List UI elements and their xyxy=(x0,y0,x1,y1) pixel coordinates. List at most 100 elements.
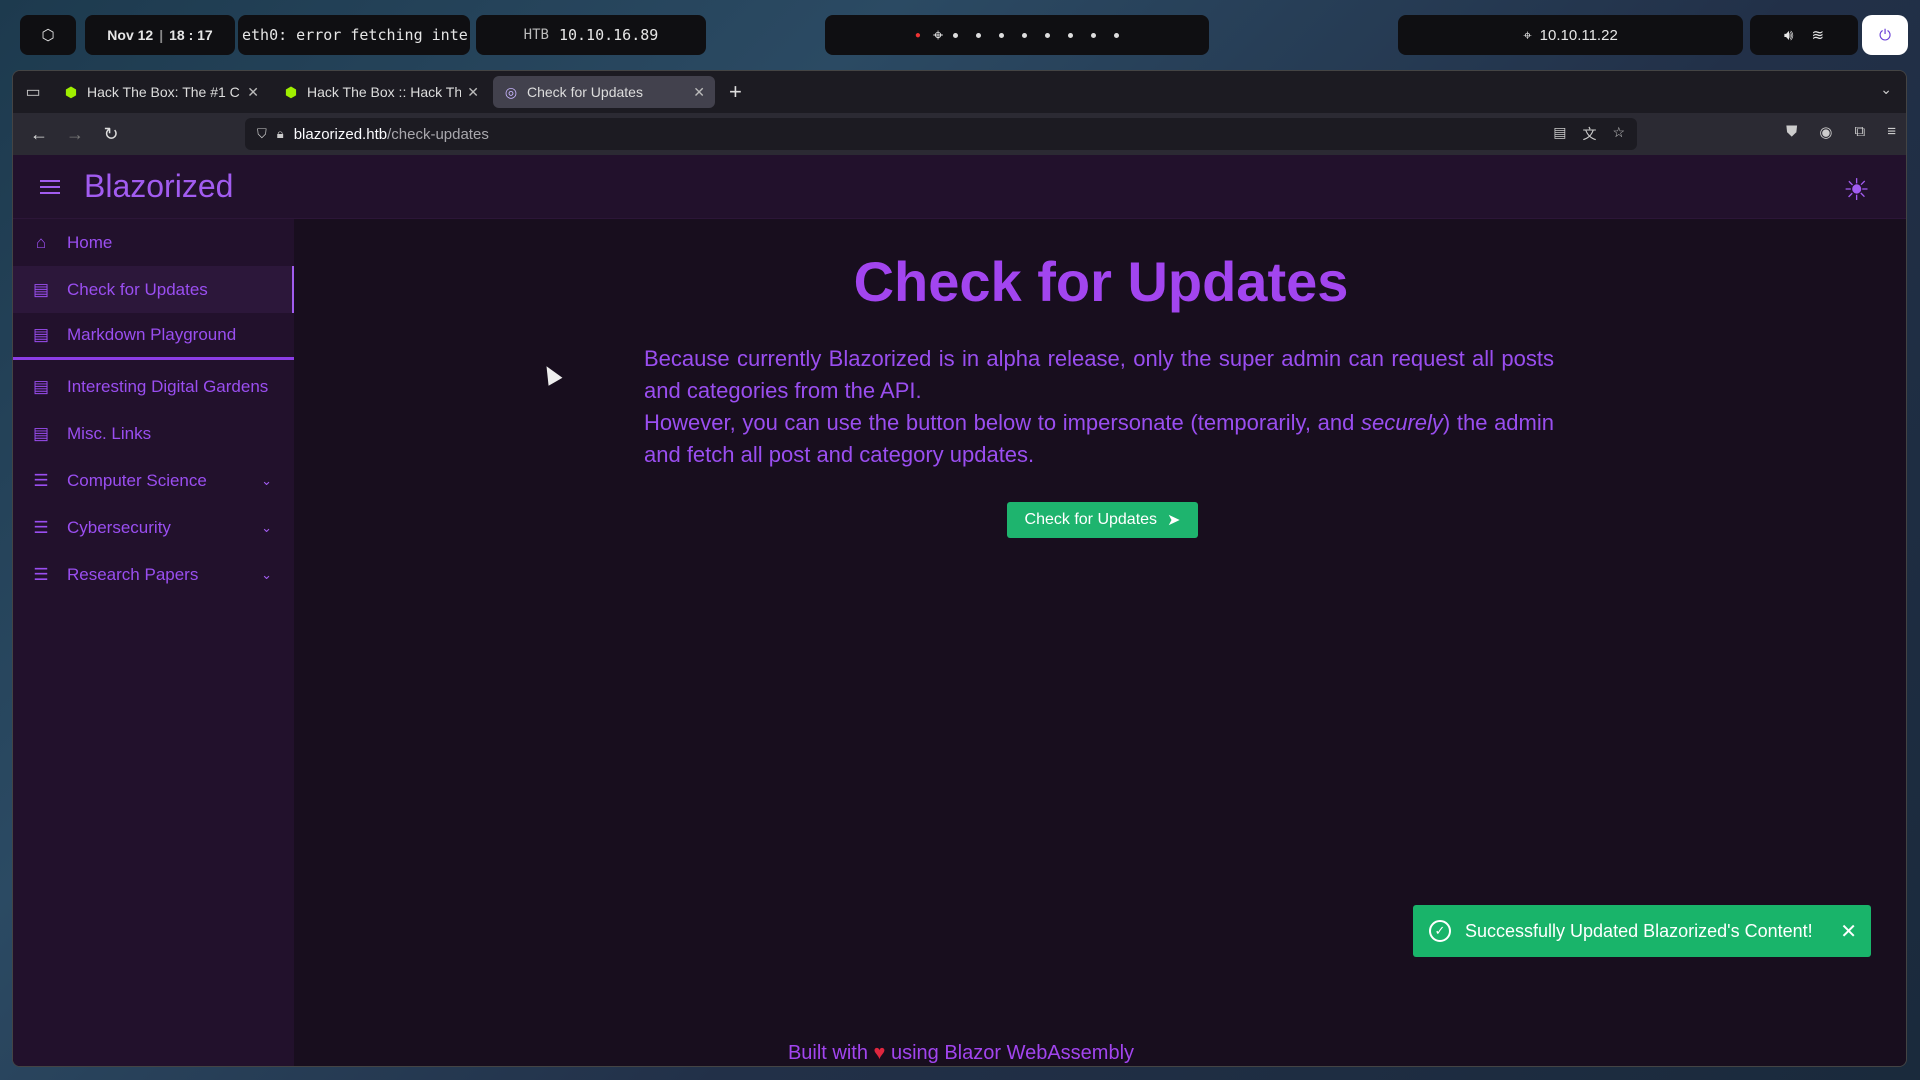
hamburger-menu-icon[interactable] xyxy=(40,179,60,194)
sidebar-item-check-for-updates[interactable]: ▤ Check for Updates xyxy=(13,266,294,313)
workspace-dot[interactable] xyxy=(976,32,982,38)
reload-icon[interactable]: ↻ xyxy=(93,124,129,145)
volume-icon[interactable]: 🔊︎ xyxy=(1784,27,1793,44)
sidebar-item-label: Markdown Playground xyxy=(67,325,237,344)
url-path: /check-updates xyxy=(387,125,489,143)
button-label: Check for Updates xyxy=(1024,511,1158,528)
record-dot-icon: ● xyxy=(914,29,921,41)
check-circle-icon: ✓ xyxy=(1429,920,1451,942)
tab-htb-app[interactable]: ⬢ Hack The Box :: Hack Th ✕ xyxy=(273,76,489,108)
chevron-down-icon[interactable]: ⌄ xyxy=(261,473,272,489)
tab-title: Hack The Box :: Hack Th xyxy=(307,84,462,100)
app-header: Blazorized ☀ xyxy=(13,155,1906,219)
tab-title: Hack The Box: The #1 C xyxy=(87,84,240,100)
paragraph-text: However, you can use the button below to… xyxy=(644,410,1361,435)
nav-bar: ← → ↻ ⛉ 🔒︎ blazorized.htb/check-updates … xyxy=(13,113,1906,155)
workspace-switcher[interactable]: ● ⌖ xyxy=(825,15,1209,55)
workspace-dot[interactable] xyxy=(1114,32,1120,38)
htb-ip: 10.10.16.89 xyxy=(558,26,659,44)
bookmark-star-icon[interactable]: ☆ xyxy=(1612,124,1625,144)
forward-icon[interactable]: → xyxy=(57,124,93,145)
url-bar[interactable]: ⛉ 🔒︎ blazorized.htb/check-updates ▤ 文 ☆ xyxy=(245,118,1637,150)
back-icon[interactable]: ← xyxy=(21,124,57,145)
sidebar-item-markdown-playground[interactable]: ▤ Markdown Playground xyxy=(13,313,294,360)
tab-bar: ▭ ⬢ Hack The Box: The #1 C ✕ ⬢ Hack The … xyxy=(13,71,1906,113)
system-logo-icon[interactable]: ⬡ xyxy=(20,15,76,55)
chevron-down-icon[interactable]: ⌄ xyxy=(261,567,272,583)
footer-text-after: using Blazor WebAssembly xyxy=(890,1042,1135,1064)
description-paragraph-1: Because currently Blazorized is in alpha… xyxy=(644,346,1554,403)
list-icon: ☰ xyxy=(33,470,49,490)
clock: Nov 12 | 18 : 17 xyxy=(85,15,235,55)
desktop-topbar: ⬡ Nov 12 | 18 : 17 eth0: error fetching … xyxy=(0,0,1920,70)
footer: Built with ♥ using Blazor WebAssembly xyxy=(154,1038,1768,1066)
power-icon[interactable]: ⏻ xyxy=(1862,15,1908,55)
workspace-dot[interactable] xyxy=(999,32,1005,38)
footer-text-before: Built with xyxy=(787,1042,868,1064)
tab-htb-home[interactable]: ⬢ Hack The Box: The #1 C ✕ xyxy=(53,76,269,108)
theme-toggle-sun-icon[interactable]: ☀ xyxy=(1843,173,1870,208)
tab-list-icon[interactable]: ▭ xyxy=(13,71,53,113)
date: Nov 12 xyxy=(107,27,154,43)
tab-check-updates[interactable]: ◎ Check for Updates ✕ xyxy=(493,76,715,108)
extensions-icon[interactable]: ⧉ xyxy=(1855,123,1866,141)
tab-close-icon[interactable]: ✕ xyxy=(693,84,705,101)
target-ip: 10.10.11.22 xyxy=(1539,26,1618,44)
workspace-dot[interactable] xyxy=(1091,32,1097,38)
sidebar-item-home[interactable]: ⌂ Home xyxy=(13,219,294,266)
chevron-down-icon[interactable]: ⌄ xyxy=(1880,81,1892,98)
sidebar-item-misc-links[interactable]: ▤ Misc. Links xyxy=(13,410,294,457)
toast-message: Successfully Updated Blazorized's Conten… xyxy=(1465,920,1813,941)
tab-title: Check for Updates xyxy=(527,84,643,100)
sidebar-item-label: Computer Science xyxy=(67,470,207,490)
new-tab-icon[interactable]: + xyxy=(729,79,742,105)
account-icon[interactable]: ◉ xyxy=(1819,123,1832,141)
heart-icon: ♥ xyxy=(873,1042,886,1064)
page-title: Check for Updates xyxy=(853,250,1349,313)
time: 18 : 17 xyxy=(169,27,213,43)
sidebar-item-digital-gardens[interactable]: ▤ Interesting Digital Gardens xyxy=(13,363,294,410)
shield-icon[interactable]: ⛉ xyxy=(257,126,267,142)
workspace-dot[interactable] xyxy=(953,32,959,38)
htb-label: HTB xyxy=(523,27,549,43)
sidebar-item-label: Home xyxy=(67,232,113,252)
crosshair-icon: ⌖ xyxy=(932,24,944,45)
sidebar-item-label: Research Papers xyxy=(67,564,199,584)
sidebar-item-computer-science[interactable]: ☰ Computer Science ⌄ xyxy=(13,457,294,504)
sidebar-item-label: Interesting Digital Gardens xyxy=(67,376,269,396)
document-icon: ▤ xyxy=(32,325,50,344)
close-icon[interactable]: ✕ xyxy=(1840,919,1857,944)
target-icon: ⌖ xyxy=(1523,26,1532,44)
tab-close-icon[interactable]: ✕ xyxy=(247,84,259,101)
check-for-updates-button[interactable]: Check for Updates ➤ xyxy=(1007,502,1198,538)
list-icon: ☰ xyxy=(33,517,49,537)
htb-vpn-status: HTB 10.10.16.89 xyxy=(476,15,706,55)
workspace-dot[interactable] xyxy=(1045,32,1051,38)
chevron-down-icon[interactable]: ⌄ xyxy=(261,520,272,536)
lock-icon[interactable]: 🔒︎ xyxy=(277,126,284,142)
workspace-dot[interactable] xyxy=(1022,32,1028,38)
reader-view-icon[interactable]: ▤ xyxy=(1553,124,1566,144)
brand-title[interactable]: Blazorized xyxy=(84,168,233,205)
translate-icon[interactable]: 文 xyxy=(1582,124,1596,144)
sidebar-item-label: Cybersecurity xyxy=(67,517,171,537)
toolbar-right: ⛊ ◉ ⧉ ≡ xyxy=(1786,123,1896,141)
sidebar: ⌂ Home ▤ Check for Updates ▤ Markdown Pl… xyxy=(13,219,294,1066)
tab-close-icon[interactable]: ✕ xyxy=(467,84,479,101)
send-icon: ➤ xyxy=(1167,512,1181,529)
description-paragraph-2: However, you can use the button below to… xyxy=(644,407,1554,471)
sidebar-item-research-papers[interactable]: ☰ Research Papers ⌄ xyxy=(13,551,294,598)
wifi-icon[interactable]: ≋ xyxy=(1811,26,1824,44)
home-icon: ⌂ xyxy=(35,232,47,252)
target-ip-display: ⌖ 10.10.11.22 xyxy=(1398,15,1743,55)
emphasis-text: securely xyxy=(1360,410,1443,435)
page-description: Because currently Blazorized is in alpha… xyxy=(644,343,1554,471)
menu-icon[interactable]: ≡ xyxy=(1887,123,1896,141)
url-host: blazorized.htb xyxy=(293,125,388,143)
system-tray: 🔊︎ ≋ xyxy=(1750,15,1858,55)
sidebar-item-label: Check for Updates xyxy=(67,279,208,299)
pocket-icon[interactable]: ⛊ xyxy=(1786,123,1797,141)
workspace-dot[interactable] xyxy=(1068,32,1074,38)
success-toast: ✓ Successfully Updated Blazorized's Cont… xyxy=(1413,905,1871,957)
sidebar-item-cybersecurity[interactable]: ☰ Cybersecurity ⌄ xyxy=(13,504,294,551)
